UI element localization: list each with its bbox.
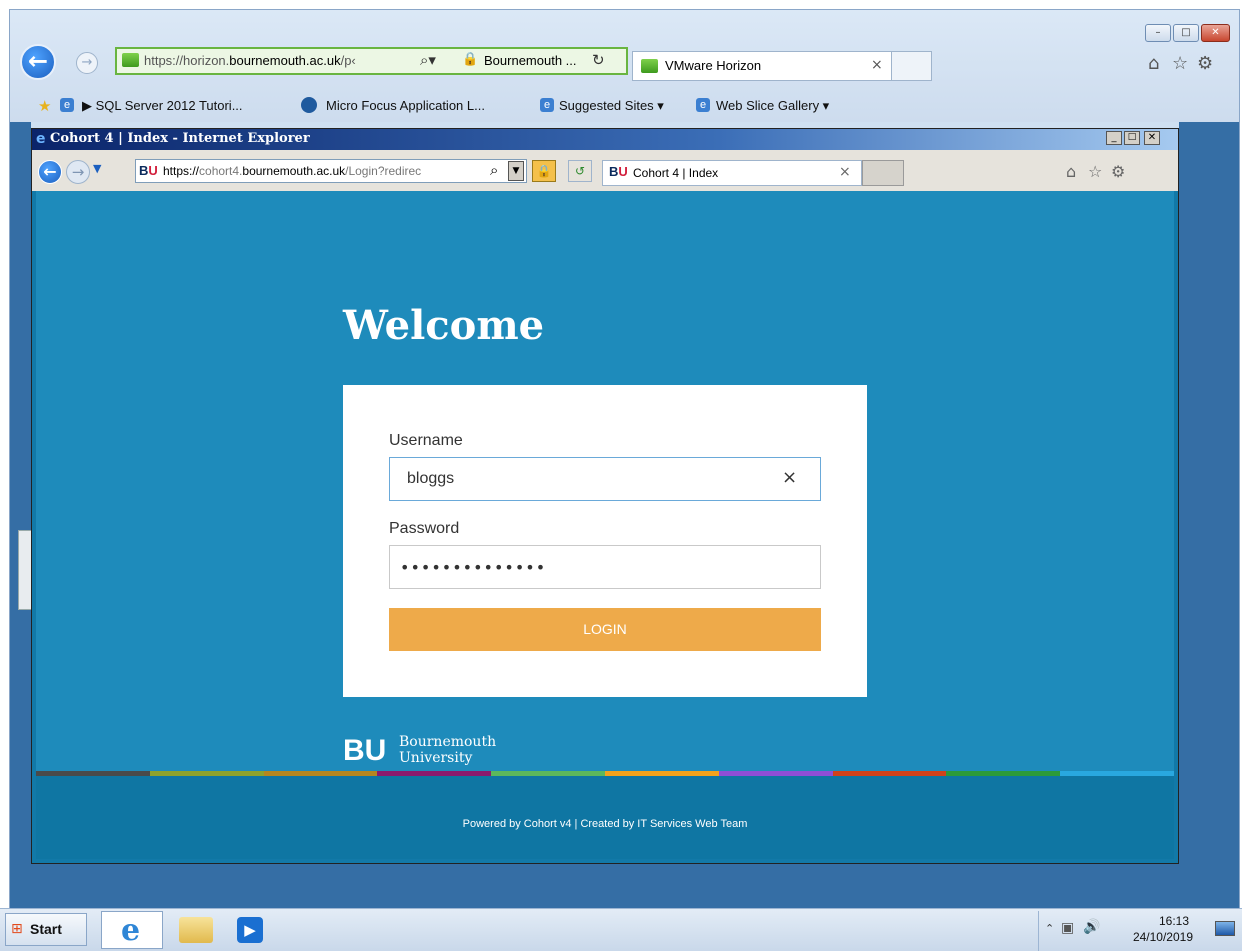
inner-browser-toolbar: ← → ▼ BU https://cohort4.bournemouth.ac.… <box>32 150 1178 191</box>
inner-close-button[interactable]: ✕ <box>1144 131 1160 145</box>
maximize-button[interactable]: □ <box>1173 24 1199 42</box>
ie-page-icon: e <box>60 98 74 112</box>
taskbar-ie-button[interactable]: e <box>101 911 163 949</box>
footer-text: Powered by Cohort v4 | Created by IT Ser… <box>462 818 748 830</box>
ie-logo-icon: e <box>36 131 46 147</box>
outer-address-bar[interactable]: https://horizon.bournemouth.ac.uk/p‹ ⌕▾ … <box>115 47 628 75</box>
search-icon[interactable]: ⌕ <box>490 161 498 179</box>
new-tab-button[interactable] <box>862 160 904 186</box>
forward-arrow-icon[interactable]: → <box>76 52 98 74</box>
username-value: bloggs <box>407 470 455 487</box>
inner-minimize-button[interactable]: _ <box>1106 131 1122 145</box>
vmware-horizon-icon <box>122 53 139 67</box>
internet-explorer-icon: e <box>121 913 141 948</box>
favorites-star-icon[interactable]: ☆ <box>1088 162 1102 181</box>
login-button[interactable]: LOGIN <box>389 608 821 651</box>
favorites-add-icon[interactable]: ★ <box>38 97 51 115</box>
logo-line-2: University <box>399 750 473 766</box>
close-tab-icon[interactable]: × <box>839 164 851 180</box>
search-icon[interactable]: ⌕▾ <box>420 51 436 69</box>
back-arrow-icon[interactable]: ← <box>20 44 56 80</box>
home-icon[interactable]: ⌂ <box>1066 162 1076 181</box>
favorite-link[interactable]: Web Slice Gallery ▾ <box>716 98 829 114</box>
media-player-icon[interactable]: ▶ <box>237 917 263 943</box>
home-icon[interactable]: ⌂ <box>1148 53 1159 74</box>
password-field[interactable]: •••••••••••••• <box>389 545 821 589</box>
micro-focus-icon <box>301 97 317 113</box>
show-hidden-icons-icon[interactable]: ⌃ <box>1045 922 1054 935</box>
ie-page-icon: e <box>540 98 554 112</box>
ie-page-icon: e <box>696 98 710 112</box>
university-logo: Bournemouth University <box>399 734 496 766</box>
refresh-icon[interactable]: ↻ <box>592 51 605 69</box>
site-identity-label[interactable]: Bournemouth ... <box>484 53 577 68</box>
clock-time: 16:13 <box>1158 914 1189 928</box>
favorite-link[interactable]: ▶ SQL Server 2012 Tutori... <box>82 98 243 114</box>
system-tray: ⌃ ▣ 🔊 16:13 24/10/2019 <box>1038 911 1241 951</box>
windows-logo-icon: ⊞ <box>11 921 23 937</box>
tab-title: VMware Horizon <box>665 58 762 73</box>
url-domain-text: bournemouth.ac.uk <box>242 164 346 178</box>
outer-content-area <box>10 864 1239 908</box>
close-tab-icon[interactable]: × <box>871 57 883 73</box>
url-subdomain-text: cohort4. <box>199 164 243 178</box>
url-scheme-text: https:// <box>163 164 200 178</box>
clock-date[interactable]: 24/10/2019 <box>1123 930 1193 944</box>
password-label: Password <box>389 520 460 537</box>
inner-maximize-button[interactable]: □ <box>1124 131 1140 145</box>
tab-cohort-index[interactable]: BU Cohort 4 | Index × <box>602 160 862 186</box>
recent-pages-dropdown-icon[interactable]: ▼ <box>93 162 101 175</box>
file-explorer-icon[interactable] <box>179 917 213 943</box>
lock-icon[interactable]: 🔒 <box>532 160 556 182</box>
url-domain-text: bournemouth.ac.uk <box>229 53 341 68</box>
new-tab-button[interactable] <box>892 51 932 81</box>
vmware-horizon-icon <box>641 59 658 73</box>
favorites-bar: ★ e ▶ SQL Server 2012 Tutori... Micro Fo… <box>10 92 1239 122</box>
favorite-link[interactable]: Suggested Sites ▾ <box>559 98 664 114</box>
bu-favicon-icon: BU <box>139 163 158 178</box>
minimize-button[interactable]: – <box>1145 24 1171 42</box>
username-label: Username <box>389 432 463 449</box>
gear-icon[interactable]: ⚙ <box>1111 162 1125 181</box>
logo-line-1: Bournemouth <box>399 734 497 750</box>
outer-content-area <box>1179 122 1239 908</box>
network-icon[interactable]: ▣ <box>1061 920 1074 936</box>
clear-input-icon[interactable]: × <box>782 467 797 488</box>
address-dropdown-icon[interactable]: ▼ <box>508 161 524 181</box>
start-label: Start <box>30 921 62 937</box>
url-scheme-text: https://horizon. <box>144 53 230 68</box>
taskbar: ⊞ Start e ▶ ⌃ ▣ 🔊 16:13 24/10/2019 <box>0 908 1242 951</box>
username-field[interactable]: bloggs × <box>389 457 821 501</box>
lock-icon[interactable]: 🔒 <box>462 52 478 67</box>
tab-title: Cohort 4 | Index <box>633 166 719 180</box>
show-desktop-icon[interactable] <box>1215 921 1235 936</box>
url-path-text: /p‹ <box>340 53 356 68</box>
volume-icon[interactable]: 🔊 <box>1083 919 1100 935</box>
page-title: Welcome <box>343 302 545 349</box>
outer-content-area <box>10 122 31 908</box>
inner-address-bar[interactable]: BU https://cohort4.bournemouth.ac.uk/Log… <box>135 159 527 183</box>
url-path-text: /Login?redirec <box>345 164 422 178</box>
forward-arrow-icon[interactable]: → <box>66 160 90 184</box>
start-button[interactable]: ⊞ Start <box>5 913 87 946</box>
favorites-star-icon[interactable]: ☆ <box>1172 53 1188 74</box>
inner-window-title: Cohort 4 | Index - Internet Explorer <box>50 131 310 146</box>
gear-icon[interactable]: ⚙ <box>1197 53 1213 74</box>
compatibility-view-icon[interactable]: ↺ <box>568 160 592 182</box>
back-arrow-icon[interactable]: ← <box>38 160 62 184</box>
bu-logo-mark: BU <box>343 734 387 767</box>
bu-favicon-icon: BU <box>609 164 628 179</box>
inner-title-bar: e Cohort 4 | Index - Internet Explorer _… <box>32 129 1178 150</box>
close-window-button[interactable]: ✕ <box>1201 24 1230 42</box>
password-value: •••••••••••••• <box>400 558 547 577</box>
favorite-link[interactable]: Micro Focus Application L... <box>326 98 485 113</box>
tab-vmware-horizon[interactable]: VMware Horizon × <box>632 51 892 81</box>
